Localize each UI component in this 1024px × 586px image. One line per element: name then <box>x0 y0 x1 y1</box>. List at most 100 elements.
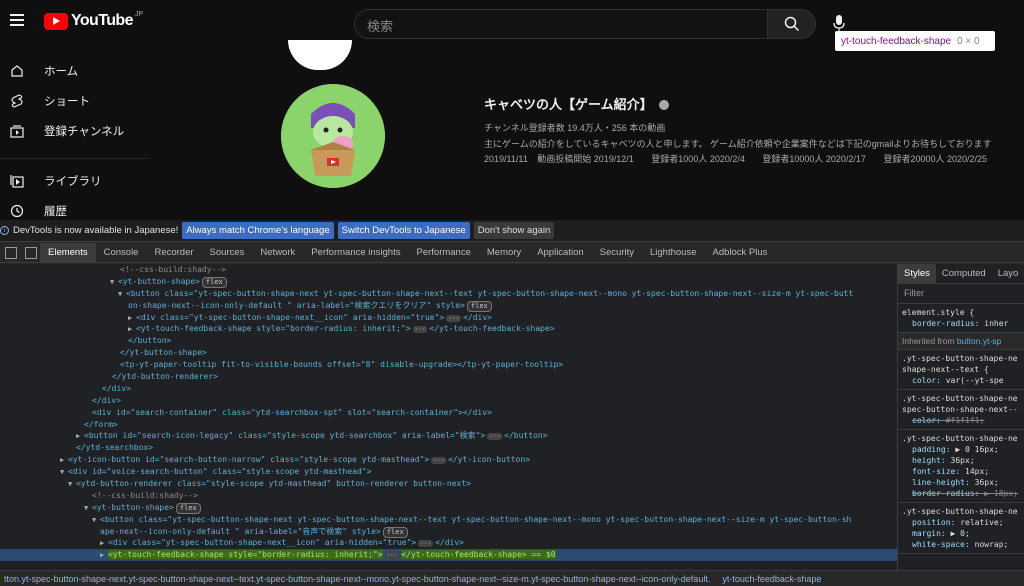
tab-adblock-plus[interactable]: Adblock Plus <box>704 243 775 263</box>
logo-text: YouTube <box>71 12 133 29</box>
nav-subscriptions[interactable]: 登録チャンネル <box>0 116 150 146</box>
date-item: 登録者10000人 2020/2/17 <box>762 154 866 164</box>
date-item: 2019/11/11 <box>484 154 528 164</box>
tab-performance-insights[interactable]: Performance insights <box>303 243 408 263</box>
tab-styles[interactable]: Styles <box>898 264 936 284</box>
dom-line[interactable]: ▶ <div class="yt-spec-button-shape-next__… <box>0 537 897 549</box>
tab-layout[interactable]: Layo <box>992 264 1024 284</box>
dom-line[interactable]: ape-next--icon-only-default " aria-label… <box>0 526 897 538</box>
nav-history[interactable]: 履歴 <box>0 196 150 220</box>
nav-label-library: ライブラリ <box>44 176 102 188</box>
tab-performance[interactable]: Performance <box>408 243 478 263</box>
search-input[interactable]: 検索 <box>354 9 768 39</box>
breadcrumb-item-selected[interactable]: yt-touch-feedback-shape <box>714 574 829 584</box>
search-icon <box>784 16 799 32</box>
app-window: YouTube JP 検索 yt-touch-feedback-shape 0 … <box>0 0 1024 586</box>
inherited-from-label: Inherited from button.yt-sp <box>898 333 1024 350</box>
play-icon <box>44 12 68 30</box>
cabbage-character-illustration <box>281 84 385 188</box>
dom-line[interactable]: on-shape-next--icon-only-default " aria-… <box>0 300 897 312</box>
channel-name-text: キャベツの人【ゲーム紹介】 <box>484 97 653 112</box>
dom-line[interactable]: ▼ <yt-button-shape> flex <box>0 276 897 288</box>
tab-application[interactable]: Application <box>529 243 591 263</box>
nav-home[interactable]: ホーム <box>0 56 150 86</box>
shorts-icon <box>11 94 23 108</box>
tab-sources[interactable]: Sources <box>202 243 253 263</box>
tab-network[interactable]: Network <box>252 243 303 263</box>
youtube-logo[interactable]: YouTube JP <box>44 10 144 30</box>
channel-stats: チャンネル登録者数 19.4万人・256 本の動画 <box>484 123 666 133</box>
tab-security[interactable]: Security <box>592 243 642 263</box>
infobar-message: DevTools is now available in Japanese! <box>13 225 179 236</box>
tab-memory[interactable]: Memory <box>479 243 529 263</box>
youtube-page: YouTube JP 検索 yt-touch-feedback-shape 0 … <box>0 0 1024 220</box>
dom-line[interactable]: <tp-yt-paper-tooltip fit-to-visible-boun… <box>0 359 897 371</box>
nav-label-home: ホーム <box>44 66 79 78</box>
date-item: 動画投稿開始 2019/12/1 <box>537 154 634 164</box>
info-icon: i <box>0 226 9 235</box>
styles-pane: Styles Computed Layo Filter element.styl… <box>897 264 1024 570</box>
channel-description: 主にゲームの紹介をしているキャベツの人と申します。 ゲーム紹介依頼や企業案件など… <box>484 139 992 149</box>
match-language-button[interactable]: Always match Chrome's language <box>182 222 334 239</box>
dom-line[interactable]: </div> <box>0 383 897 395</box>
channel-avatar[interactable] <box>281 84 385 188</box>
verified-check-icon <box>658 100 669 110</box>
dom-line[interactable]: <div id="search-container" class="ytd-se… <box>0 407 897 419</box>
inspect-tooltip: yt-touch-feedback-shape 0 × 0 <box>835 31 995 51</box>
nav-shorts[interactable]: ショート <box>0 86 150 116</box>
dom-line[interactable]: </button> <box>0 335 897 347</box>
search-button[interactable] <box>768 9 816 39</box>
tab-lighthouse[interactable]: Lighthouse <box>642 243 704 263</box>
subscriptions-icon <box>10 125 24 138</box>
style-rule-element[interactable]: element.style { border-radius: inher <box>898 304 1024 333</box>
nav-label-subscriptions: 登録チャンネル <box>44 126 125 138</box>
nav-library[interactable]: ライブラリ <box>0 166 150 196</box>
tab-elements[interactable]: Elements <box>40 242 96 263</box>
dom-line[interactable]: </div> <box>0 395 897 407</box>
history-icon <box>10 204 24 218</box>
breadcrumb-item[interactable]: tton.yt-spec-button-shape-next.yt-spec-b… <box>0 574 714 584</box>
dom-line[interactable]: ▶ <yt-icon-button id="search-button-narro… <box>0 454 897 466</box>
dom-line[interactable]: </ytd-button-renderer> <box>0 371 897 383</box>
date-item: 登録者20000人 2020/2/25 <box>883 154 988 164</box>
tooltip-tag: yt-touch-feedback-shape <box>841 35 952 47</box>
tab-recorder[interactable]: Recorder <box>146 243 201 263</box>
dom-line[interactable]: ▼ <button class="yt-spec-button-shape-nex… <box>0 288 897 300</box>
style-rule[interactable]: .yt-spec-button-shape-ne shape-next--tex… <box>898 350 1024 390</box>
tab-console[interactable]: Console <box>96 243 147 263</box>
devtools-panel: i DevTools is now available in Japanese!… <box>0 220 1024 586</box>
dom-line[interactable]: ▶ <div class="yt-spec-button-shape-next__… <box>0 312 897 324</box>
elements-tree[interactable]: <!--css-build:shady--> ▼ <yt-button-shape… <box>0 264 897 570</box>
dom-line-selected[interactable]: ▶ <yt-touch-feedback-shape style="border-… <box>0 549 897 562</box>
menu-icon[interactable] <box>10 14 24 26</box>
country-code: JP <box>134 10 144 18</box>
inspect-element-icon[interactable] <box>5 246 17 259</box>
dom-line[interactable]: ▼ <yt-button-shape> flex <box>0 502 897 514</box>
nav-label-shorts: ショート <box>44 96 90 108</box>
dom-line[interactable]: ▶ <button id="search-icon-legacy" class="… <box>0 430 897 442</box>
nav-label-history: 履歴 <box>44 206 67 218</box>
style-rule[interactable]: .yt-spec-button-shape-ne padding: ▶ 0 16… <box>898 430 1024 503</box>
dom-line[interactable]: </form> <box>0 419 897 431</box>
style-rule[interactable]: .yt-spec-button-shape-ne position: relat… <box>898 503 1024 554</box>
dom-line[interactable]: ▼ <button class="yt-spec-button-shape-nex… <box>0 514 897 526</box>
date-item: 登録者1000人 2020/2/4 <box>651 154 745 164</box>
dom-line[interactable]: ▼ <div id="voice-search-button" class="st… <box>0 466 897 478</box>
styles-tabs: Styles Computed Layo <box>898 264 1024 284</box>
dom-line[interactable]: </yt-button-shape> <box>0 347 897 359</box>
switch-language-button[interactable]: Switch DevTools to Japanese <box>337 222 470 239</box>
dom-line[interactable]: ▶ <yt-touch-feedback-shape style="border-… <box>0 323 897 335</box>
library-icon <box>10 175 24 188</box>
home-icon <box>11 65 23 77</box>
previous-avatar-edge <box>288 40 352 70</box>
styles-filter-input[interactable]: Filter <box>898 284 1024 304</box>
dont-show-again-button[interactable]: Don't show again <box>473 222 555 239</box>
dom-line[interactable]: ▼ <ytd-button-renderer class="style-scope… <box>0 478 897 490</box>
dom-line[interactable]: <!--css-build:shady--> <box>0 490 897 502</box>
dom-line[interactable]: </ytd-searchbox> <box>0 442 897 454</box>
tab-computed[interactable]: Computed <box>936 264 992 284</box>
channel-dates: 2019/11/11 動画投稿開始 2019/12/1 登録者1000人 202… <box>484 152 987 165</box>
style-rule[interactable]: .yt-spec-button-shape-ne spec-button-sha… <box>898 390 1024 430</box>
dom-line[interactable]: <!--css-build:shady--> <box>0 264 897 276</box>
device-toolbar-icon[interactable] <box>25 246 37 259</box>
